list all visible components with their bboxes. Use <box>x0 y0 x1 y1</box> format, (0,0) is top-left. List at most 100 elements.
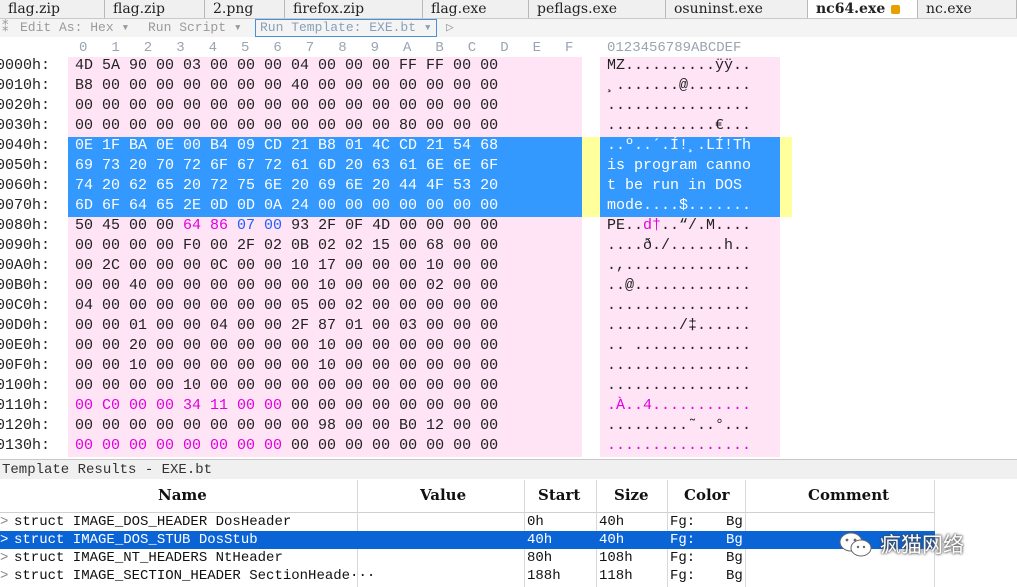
hex-bytes[interactable]: 00 2C 00 00 00 0C 00 00 10 17 00 00 00 1… <box>75 256 498 276</box>
hex-bytes[interactable]: B8 00 00 00 00 00 00 00 40 00 00 00 00 0… <box>75 76 498 96</box>
col-color[interactable]: Color <box>684 486 730 504</box>
edit-as-dropdown[interactable]: Edit As: Hex ▾ <box>20 20 129 36</box>
hex-address: 0070h: <box>0 197 51 214</box>
hex-bytes[interactable]: 6D 6F 64 65 2E 0D 0D 0A 24 00 00 00 00 0… <box>75 196 498 216</box>
hex-bytes[interactable]: 00 00 00 00 00 00 00 00 00 00 00 00 80 0… <box>75 116 498 136</box>
hex-column-label: 1 <box>111 40 120 56</box>
ascii-chars: MZ..........ÿÿ.. <box>607 57 752 74</box>
hex-bytes[interactable]: 00 00 00 00 10 00 00 00 00 00 00 00 00 0… <box>75 376 498 396</box>
wechat-icon <box>839 532 872 557</box>
tab-flag-exe[interactable]: flag.exe <box>423 0 529 18</box>
hex-bytes-text: 00 00 00 00 00 00 00 00 <box>282 397 499 414</box>
struct-fg: Fg: <box>670 568 696 584</box>
tab-label: flag.zip <box>113 1 165 17</box>
ascii-chars: ....ð./......h.. <box>607 237 752 254</box>
run-script-dropdown[interactable]: Run Script ▾ <box>148 20 242 36</box>
hex-bytes-highlight: 64 86 <box>183 217 238 234</box>
struct-name: struct IMAGE_DOS_HEADER DosHeader <box>14 514 292 530</box>
template-result-row[interactable]: > struct IMAGE_DOS_HEADER DosHeader 0h 40h F… <box>0 513 935 531</box>
hex-address: 0130h: <box>0 437 51 454</box>
chevron-right-icon[interactable]: > <box>0 567 8 585</box>
tab-firefox-zip[interactable]: firefox.zip <box>285 0 423 18</box>
ascii-text[interactable]: ¸.......@....... <box>607 76 751 96</box>
hex-bytes[interactable]: 00 00 00 00 00 00 00 00 00 00 00 00 00 0… <box>75 96 498 116</box>
hex-bytes-text: 50 45 00 00 <box>75 217 184 234</box>
ascii-text[interactable]: ..@............. <box>607 276 751 296</box>
tab-osuninst-exe[interactable]: osuninst.exe <box>666 0 808 18</box>
tab-label: peflags.exe <box>537 1 617 17</box>
col-comment[interactable]: Comment <box>808 486 889 504</box>
ascii-chars-highlight: d† <box>643 217 662 234</box>
hex-address: 0030h: <box>0 117 51 134</box>
ascii-text[interactable]: ................ <box>607 436 751 456</box>
col-size[interactable]: Size <box>614 486 649 504</box>
ascii-text[interactable]: ............€... <box>607 116 751 136</box>
template-result-row[interactable]: > struct IMAGE_SECTION_HEADER SectionHead… <box>0 567 935 585</box>
ascii-text[interactable]: t be run in DOS <box>607 176 751 196</box>
chevron-right-icon[interactable]: > <box>0 513 8 531</box>
template-result-row[interactable]: > struct IMAGE_NT_HEADERS NtHeader 80h 108h… <box>0 549 935 567</box>
ascii-chars: ..º..´.Í!¸.LÍ!Th <box>607 137 752 154</box>
hex-bytes-text: 00 2C 00 00 00 0C 00 00 10 17 00 00 00 1… <box>75 257 499 274</box>
ascii-text[interactable]: is program canno <box>607 156 751 176</box>
tab-2-png[interactable]: 2.png <box>205 0 285 18</box>
hex-bytes[interactable]: 00 00 01 00 00 04 00 00 2F 87 01 00 03 0… <box>75 316 498 336</box>
tab-peflags-exe[interactable]: peflags.exe <box>529 0 666 18</box>
hex-bytes[interactable]: 00 00 20 00 00 00 00 00 00 10 00 00 00 0… <box>75 336 498 356</box>
hex-address: 00D0h: <box>0 317 51 334</box>
hex-bytes[interactable]: 50 45 00 00 64 86 07 00 93 2F 0F 4D 00 0… <box>75 216 498 236</box>
template-result-row[interactable]: > struct IMAGE_DOS_STUB DosStub 40h 40h Fg: B… <box>0 531 935 549</box>
ascii-chars: .........˜..°... <box>607 417 752 434</box>
ascii-chars: ................ <box>607 357 752 374</box>
col-name[interactable]: Name <box>158 486 207 504</box>
hex-bytes-text: 04 00 00 00 00 00 00 00 05 00 02 00 00 0… <box>75 297 499 314</box>
struct-bg: Bg <box>726 514 743 530</box>
col-start[interactable]: Start <box>538 486 580 504</box>
run-template-dropdown[interactable]: Run Template: EXE.bt ▾ <box>255 19 437 37</box>
ascii-text[interactable]: .. ............. <box>607 336 751 356</box>
hex-column-label: 3 <box>176 40 185 56</box>
hex-bytes[interactable]: 0E 1F BA 0E 00 B4 09 CD 21 B8 01 4C CD 2… <box>75 136 498 156</box>
hex-editor[interactable]: 0000h: 4D 5A 90 00 03 00 00 00 04 00 00 0… <box>0 57 1017 457</box>
hex-bytes[interactable]: 00 00 40 00 00 00 00 00 00 10 00 00 00 0… <box>75 276 498 296</box>
hex-bytes[interactable]: 4D 5A 90 00 03 00 00 00 04 00 00 00 FF F… <box>75 56 498 76</box>
ascii-text[interactable]: ................ <box>607 376 751 396</box>
chevron-right-icon[interactable]: > <box>0 549 8 567</box>
hex-bytes[interactable]: 00 00 00 00 00 00 00 00 00 00 00 00 00 0… <box>75 436 498 456</box>
ascii-text[interactable]: ................ <box>607 356 751 376</box>
hex-bytes[interactable]: 04 00 00 00 00 00 00 00 05 00 02 00 00 0… <box>75 296 498 316</box>
ascii-text[interactable]: .À..4........... <box>607 396 751 416</box>
ascii-text[interactable]: mode....$....... <box>607 196 751 216</box>
hex-bytes[interactable]: 74 20 62 65 20 72 75 6E 20 69 6E 20 44 4… <box>75 176 498 196</box>
yellow-marker <box>780 137 792 217</box>
hex-bytes[interactable]: 00 00 00 00 F0 00 2F 02 0B 02 02 15 00 6… <box>75 236 498 256</box>
play-icon[interactable]: ▷ <box>446 20 454 36</box>
hex-bytes-text: 00 00 00 00 00 00 00 00 00 98 00 00 B0 1… <box>75 417 499 434</box>
hex-address: 0090h: <box>0 237 51 254</box>
ascii-text[interactable]: ......../‡...... <box>607 316 751 336</box>
hex-address: 00C0h: <box>0 297 51 314</box>
hex-bytes[interactable]: 00 C0 00 00 34 11 00 00 00 00 00 00 00 0… <box>75 396 498 416</box>
tab-flag-zip-1[interactable]: flag.zip <box>0 0 105 18</box>
ascii-text[interactable]: PE..d†..“/.M.... <box>607 216 751 236</box>
tab-nc64-exe[interactable]: nc64.exe <box>808 0 918 18</box>
ascii-text[interactable]: .,.............. <box>607 256 751 276</box>
hex-bytes-highlight: 07 00 <box>237 217 283 234</box>
ascii-text[interactable]: ................ <box>607 96 751 116</box>
chevron-right-icon[interactable]: > <box>0 531 8 549</box>
ascii-text[interactable]: ..º..´.Í!¸.LÍ!Th <box>607 136 751 156</box>
tab-label: flag.exe <box>431 1 487 17</box>
struct-fg: Fg: <box>670 550 696 566</box>
template-results-header: Name Value Start Size Color Comment <box>0 480 935 513</box>
hex-bytes[interactable]: 00 00 00 00 00 00 00 00 00 98 00 00 B0 1… <box>75 416 498 436</box>
tab-nc-exe[interactable]: nc.exe <box>918 0 1017 18</box>
ascii-text[interactable]: ................ <box>607 296 751 316</box>
tab-flag-zip-2[interactable]: flag.zip <box>105 0 205 18</box>
ascii-text[interactable]: MZ..........ÿÿ.. <box>607 56 751 76</box>
hex-bytes[interactable]: 00 00 10 00 00 00 00 00 00 10 00 00 00 0… <box>75 356 498 376</box>
ascii-text[interactable]: .........˜..°... <box>607 416 751 436</box>
struct-start: 80h <box>527 550 553 566</box>
hex-bytes[interactable]: 69 73 20 70 72 6F 67 72 61 6D 20 63 61 6… <box>75 156 498 176</box>
col-value[interactable]: Value <box>420 486 466 504</box>
ascii-text[interactable]: ....ð./......h.. <box>607 236 751 256</box>
